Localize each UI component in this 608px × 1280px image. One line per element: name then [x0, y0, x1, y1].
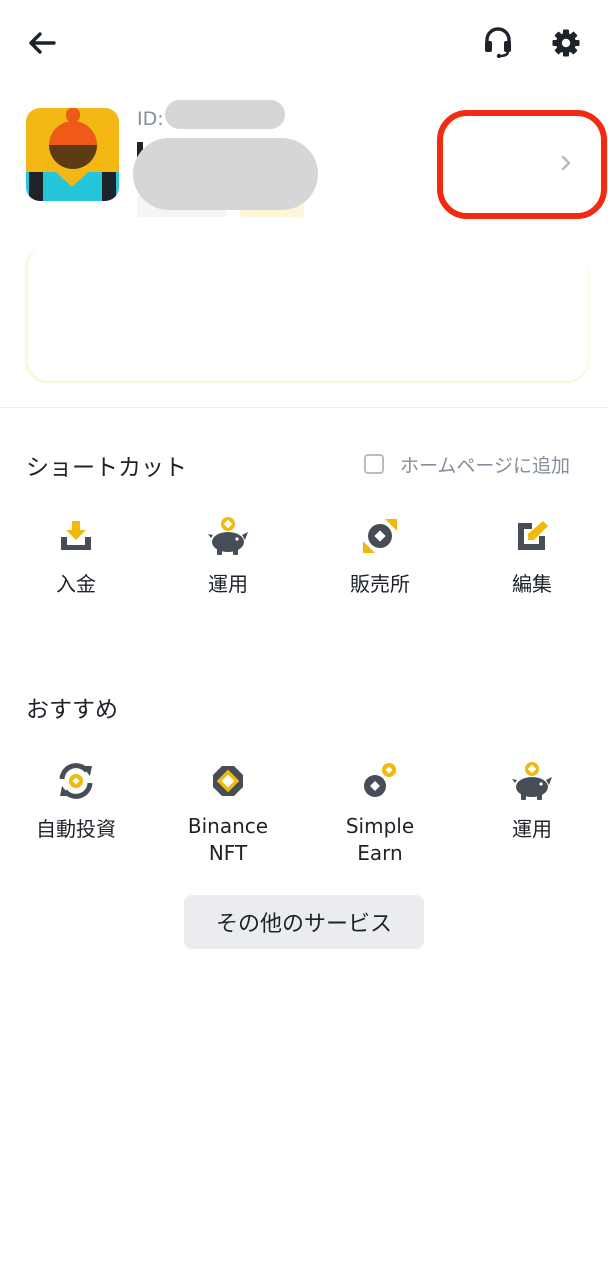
piggy-bank-icon [510, 759, 554, 803]
support-button[interactable] [478, 22, 518, 62]
add-to-homepage-checkbox[interactable] [364, 454, 384, 474]
simple-earn-icon [358, 759, 402, 803]
profile-details-link[interactable] [556, 150, 576, 176]
shortcut-deposit[interactable]: 入金 [0, 514, 152, 598]
highlight-annotation [437, 110, 607, 219]
headset-icon [485, 27, 511, 58]
recommended-binance-nft[interactable]: Binance NFT [152, 759, 304, 867]
recommended-earn[interactable]: 運用 [456, 759, 608, 843]
shortcut-edit[interactable]: 編集 [456, 514, 608, 598]
recommended-label: 自動投資 [36, 817, 116, 841]
edit-icon [510, 514, 554, 558]
shortcut-label: 編集 [512, 572, 552, 596]
recommended-simple-earn[interactable]: Simple Earn [304, 759, 456, 867]
nft-icon [206, 759, 250, 803]
promo-banner[interactable] [26, 245, 588, 381]
shortcut-earn[interactable]: 運用 [152, 514, 304, 598]
settings-button[interactable] [545, 22, 587, 64]
user-id-label: ID: [137, 108, 164, 130]
shortcut-label: 運用 [208, 572, 248, 596]
section-divider [0, 407, 608, 408]
gear-icon [552, 29, 580, 57]
shortcut-convert[interactable]: 販売所 [304, 514, 456, 598]
shortcut-label: 販売所 [350, 572, 410, 596]
back-button[interactable] [22, 26, 62, 60]
deposit-icon [54, 514, 98, 558]
convert-icon [358, 514, 402, 558]
auto-invest-icon [54, 759, 98, 803]
add-to-homepage-label: ホームページに追加 [400, 454, 571, 477]
shortcuts-title: ショートカット [26, 455, 187, 481]
add-to-homepage-toggle[interactable]: ホームページに追加 [364, 450, 570, 478]
shortcut-label: 入金 [56, 572, 96, 596]
chevron-right-icon [561, 155, 571, 171]
avatar[interactable] [26, 108, 119, 201]
redacted-username [133, 138, 318, 210]
more-services-button[interactable]: その他のサービス [184, 895, 424, 949]
recommended-label: Simple Earn [345, 814, 415, 865]
avatar-illustration [26, 108, 119, 201]
arrow-left-icon [29, 32, 56, 54]
redacted-user-id [165, 100, 285, 129]
recommended-label: 運用 [512, 817, 552, 841]
recommended-label: Binance NFT [187, 814, 269, 865]
recommended-auto-invest[interactable]: 自動投資 [0, 759, 152, 843]
recommended-title: おすすめ [26, 697, 118, 723]
piggy-bank-icon [206, 514, 250, 558]
